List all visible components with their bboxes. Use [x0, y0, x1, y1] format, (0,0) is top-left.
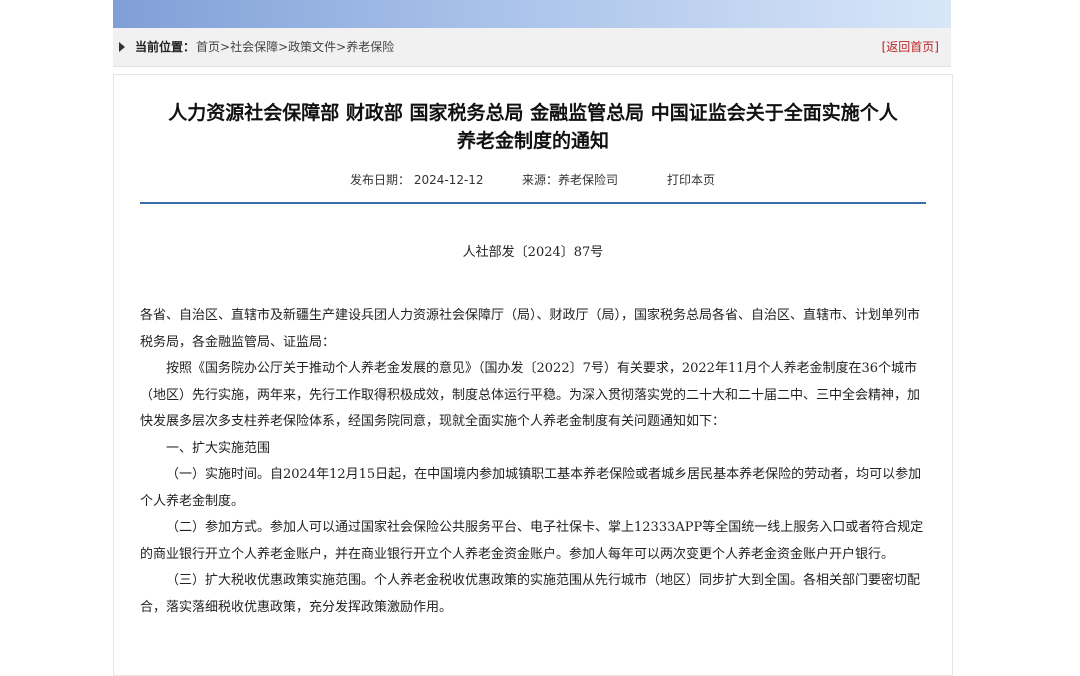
article-container: 人力资源社会保障部 财政部 国家税务总局 金融监管总局 中国证监会关于全面实施个…: [113, 74, 953, 676]
breadcrumb-bar: 当前位置： 首页>社会保障>政策文件>养老保险 [返回首页]: [113, 28, 951, 67]
document-number: 人社部发〔2024〕87号: [462, 245, 604, 260]
breadcrumb-separator: >: [278, 40, 289, 54]
body-paragraph: 按照《国务院办公厅关于推动个人养老金发展的意见》（国办发〔2022〕7号）有关要…: [140, 361, 921, 429]
header-banner: [113, 0, 951, 28]
breadcrumb: 首页>社会保障>政策文件>养老保险: [196, 28, 394, 66]
body-paragraph: （一）实施时间。自2024年12月15日起，在中国境内参加城镇职工基本养老保险或…: [140, 467, 922, 509]
title-divider: [140, 202, 926, 204]
section-heading: 一、扩大实施范围: [166, 440, 271, 456]
triangle-right-icon: [119, 42, 125, 52]
print-page-link[interactable]: 打印本页: [667, 171, 715, 188]
breadcrumb-policy-documents[interactable]: 政策文件: [288, 40, 336, 54]
body-paragraph: （二）参加方式。参加人可以通过国家社会保险公共服务平台、电子社保卡、掌上1233…: [140, 520, 924, 562]
body-paragraph: （三）扩大税收优惠政策实施范围。个人养老金税收优惠政策的实施范围从先行城市（地区…: [140, 573, 921, 615]
article-title-line1: 人力资源社会保障部 财政部 国家税务总局 金融监管总局 中国证监会关于全面实施个…: [168, 102, 898, 124]
article-title-line2: 养老金制度的通知: [456, 130, 609, 152]
addressee-paragraph: 各省、自治区、直辖市及新疆生产建设兵团人力资源社会保障厅（局）、财政厅（局），国…: [140, 308, 921, 350]
breadcrumb-pension-insurance[interactable]: 养老保险: [346, 40, 394, 54]
breadcrumb-home[interactable]: 首页: [196, 40, 220, 54]
breadcrumb-label: 当前位置：: [135, 40, 196, 54]
back-home-link[interactable]: [返回首页]: [882, 28, 939, 66]
publish-date: 发布日期： 2024-12-12: [350, 173, 484, 187]
article-body: 各省、自治区、直辖市及新疆生产建设兵团人力资源社会保障厅（局）、财政厅（局），国…: [140, 303, 926, 621]
breadcrumb-social-security[interactable]: 社会保障: [230, 40, 278, 54]
breadcrumb-separator: >: [220, 40, 231, 54]
article-source: 来源：养老保险司: [522, 173, 619, 187]
article-title: 人力资源社会保障部 财政部 国家税务总局 金融监管总局 中国证监会关于全面实施个…: [134, 99, 932, 155]
breadcrumb-separator: >: [336, 40, 347, 54]
